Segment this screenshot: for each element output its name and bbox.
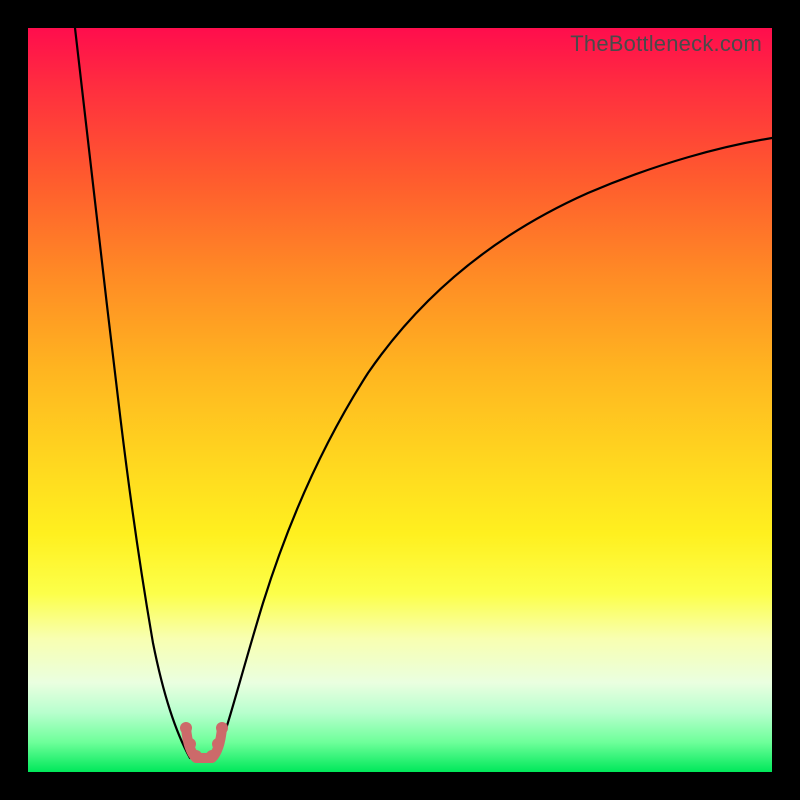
- chart-plot-area: TheBottleneck.com: [28, 28, 772, 772]
- dip-dot: [212, 738, 224, 750]
- dip-dot: [184, 738, 196, 750]
- watermark-text: TheBottleneck.com: [570, 31, 762, 57]
- curve-right-branch: [216, 138, 772, 758]
- curve-left-branch: [75, 28, 190, 758]
- dip-dot: [190, 750, 202, 762]
- dip-dot: [216, 722, 228, 734]
- dip-dot: [180, 722, 192, 734]
- dip-dot: [206, 750, 218, 762]
- chart-svg: [28, 28, 772, 772]
